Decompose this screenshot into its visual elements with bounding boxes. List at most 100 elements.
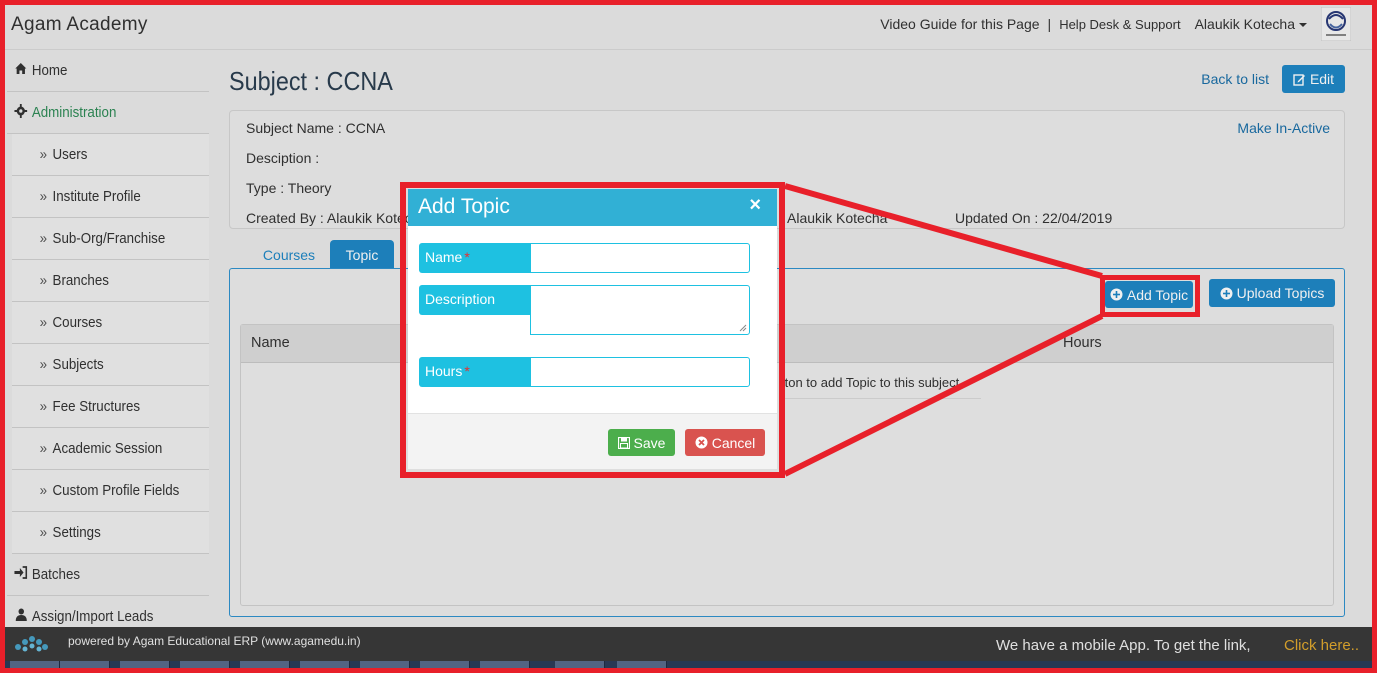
dialog-footer: Save Cancel: [408, 413, 777, 469]
video-guide-link[interactable]: Video Guide for this Page: [880, 16, 1039, 32]
description-field-group: Description: [419, 285, 750, 335]
sidebar-item-batches[interactable]: Batches: [7, 554, 209, 596]
taskbar-item[interactable]: [60, 661, 110, 673]
edit-icon: [1293, 73, 1305, 86]
home-icon: [13, 62, 28, 79]
save-label: Save: [633, 434, 666, 451]
taskbar-item[interactable]: [555, 661, 605, 673]
taskbar-item[interactable]: [180, 661, 230, 673]
dialog-header: Add Topic ×: [408, 189, 777, 226]
gear-icon: [13, 103, 28, 122]
sidebar-item-sub-org[interactable]: » Sub-Org/Franchise: [12, 218, 209, 260]
header-links: Video Guide for this Page | Help Desk & …: [880, 7, 1351, 41]
sidebar-item-label: Assign/Import Leads: [31, 608, 154, 625]
user-icon: [13, 608, 28, 625]
taskbar-item[interactable]: [240, 661, 290, 673]
click-here-link[interactable]: Click here..: [1284, 637, 1359, 654]
mobile-app-text: We have a mobile App. To get the link,: [996, 637, 1251, 654]
taskbar-item[interactable]: [360, 661, 410, 673]
double-chevron-right-icon: »: [39, 356, 48, 373]
floppy-disk-icon: [617, 436, 630, 449]
back-to-list-link[interactable]: Back to list: [1201, 71, 1269, 87]
sidebar-item-institute-profile[interactable]: » Institute Profile: [12, 176, 209, 218]
description-label-text: Description: [425, 291, 496, 307]
double-chevron-right-icon: »: [39, 230, 48, 247]
created-by: Created By : Alaukik Kotecha: [246, 210, 428, 226]
topics-table: Name Hours tton to add Topic to this sub…: [240, 324, 1334, 606]
user-name: Alaukik Kotecha: [1194, 16, 1295, 32]
taskbar-item[interactable]: [420, 661, 470, 673]
add-topic-label: Add Topic: [1126, 286, 1189, 303]
times-circle-icon: [695, 436, 708, 449]
user-menu[interactable]: Alaukik Kotecha: [1195, 16, 1307, 32]
taskbar-item[interactable]: [300, 661, 350, 673]
cancel-button[interactable]: Cancel: [685, 429, 765, 456]
make-inactive-link[interactable]: Make In-Active: [1237, 120, 1330, 136]
topic-panel: Add Topic Upload Topics Name Hours tton …: [229, 268, 1345, 617]
hours-label: Hours *: [419, 357, 531, 387]
sidebar-item-assign-import-leads[interactable]: Assign/Import Leads: [7, 596, 209, 627]
description-label: Description: [419, 285, 531, 315]
subject-type: Type : Theory: [246, 180, 332, 196]
edit-button[interactable]: Edit: [1282, 65, 1345, 93]
tab-topic[interactable]: Topic: [330, 240, 394, 270]
sidebar-item-label: Fee Structures: [52, 398, 141, 415]
sidebar-item-academic-session[interactable]: » Academic Session: [12, 428, 209, 470]
powered-by-text: powered by Agam Educational ERP (www.aga…: [68, 634, 361, 648]
sidebar-item-home[interactable]: Home: [7, 50, 209, 92]
taskbar-item[interactable]: [10, 661, 60, 673]
double-chevron-right-icon: »: [39, 314, 48, 331]
double-chevron-right-icon: »: [39, 482, 48, 499]
sidebar-item-administration[interactable]: Administration: [7, 92, 209, 134]
updated-by: Alaukik Kotecha: [787, 210, 888, 226]
sign-in-icon: [13, 566, 28, 583]
column-header-name: Name: [251, 335, 290, 351]
taskbar-item[interactable]: [617, 661, 667, 673]
upload-topics-button[interactable]: Upload Topics: [1209, 279, 1335, 307]
sidebar-item-label: Settings: [52, 524, 101, 541]
resize-handle-icon[interactable]: [739, 324, 747, 332]
sidebar-item-fee-structures[interactable]: » Fee Structures: [12, 386, 209, 428]
sidebar-item-label: Subjects: [52, 356, 104, 373]
hours-input[interactable]: [530, 357, 750, 387]
subject-description: Desciption :: [246, 150, 320, 166]
edit-label: Edit: [1309, 71, 1335, 87]
sidebar-item-label: Custom Profile Fields: [52, 482, 180, 499]
company-logo-icon: [1321, 7, 1351, 41]
upload-topics-label: Upload Topics: [1236, 285, 1325, 301]
save-button[interactable]: Save: [608, 429, 675, 456]
help-desk-link[interactable]: Help Desk & Support: [1059, 17, 1180, 32]
double-chevron-right-icon: »: [39, 524, 48, 541]
name-label: Name *: [419, 243, 531, 273]
main-content: Subject : CCNA Back to list Edit Subject…: [229, 50, 1345, 627]
sidebar-item-label: Users: [52, 146, 88, 163]
sidebar-item-label: Academic Session: [52, 440, 163, 457]
brand-name[interactable]: Agam Academy: [11, 14, 148, 36]
sidebar-item-settings[interactable]: » Settings: [12, 512, 209, 554]
tab-courses[interactable]: Courses: [249, 240, 329, 270]
taskbar-item[interactable]: [120, 661, 170, 673]
description-textarea[interactable]: [530, 285, 750, 335]
double-chevron-right-icon: »: [39, 146, 48, 163]
add-topic-button[interactable]: Add Topic: [1105, 281, 1193, 308]
add-topic-dialog: Add Topic × Name * Description Hours * Sav…: [408, 189, 777, 469]
dialog-title: Add Topic: [418, 195, 510, 218]
hours-label-text: Hours: [425, 363, 463, 379]
sidebar-item-label: Batches: [31, 566, 81, 583]
name-input[interactable]: [530, 243, 750, 273]
required-mark: *: [464, 363, 470, 379]
sidebar-item-label: Sub-Org/Franchise: [52, 230, 166, 247]
sidebar-item-custom-profile-fields[interactable]: » Custom Profile Fields: [12, 470, 209, 512]
double-chevron-right-icon: »: [39, 188, 48, 205]
sidebar-item-subjects[interactable]: » Subjects: [12, 344, 209, 386]
sidebar-item-courses[interactable]: » Courses: [12, 302, 209, 344]
close-icon[interactable]: ×: [749, 194, 761, 217]
separator: |: [1047, 16, 1052, 32]
sidebar-item-branches[interactable]: » Branches: [12, 260, 209, 302]
subject-name: Subject Name : CCNA: [246, 120, 386, 136]
top-header: Agam Academy Video Guide for this Page |…: [0, 0, 1377, 50]
updated-on: Updated On : 22/04/2019: [955, 210, 1113, 226]
taskbar-item[interactable]: [480, 661, 530, 673]
sidebar-item-users[interactable]: » Users: [12, 134, 209, 176]
sidebar: Home Administration » Users » Institute Pr…: [7, 50, 209, 627]
